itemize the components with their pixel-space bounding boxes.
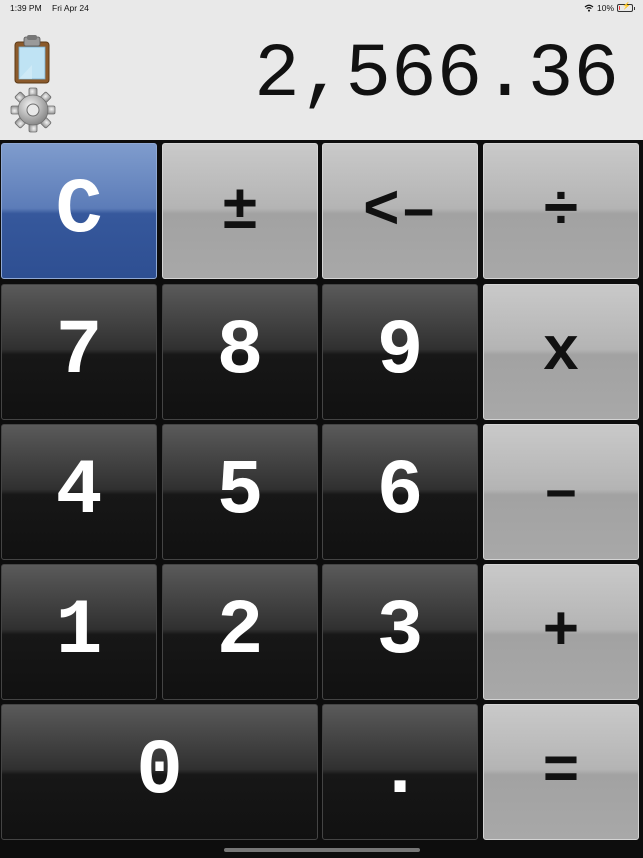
- digit-7-button[interactable]: 7: [1, 284, 157, 420]
- wifi-icon: [584, 4, 594, 12]
- equals-button[interactable]: =: [483, 704, 639, 840]
- battery-icon: ⚡: [617, 3, 635, 12]
- keypad: C ± <– ÷ 7 8 9 x 4 5 6 – 1 2 3 + 0 . =: [0, 140, 643, 858]
- digit-1-label: 1: [55, 588, 103, 676]
- decimal-button[interactable]: .: [322, 704, 478, 840]
- digit-6-label: 6: [376, 448, 424, 536]
- digit-9-label: 9: [376, 308, 424, 396]
- result-display: 2,566.36: [254, 32, 619, 118]
- status-date: Fri Apr 24: [52, 3, 89, 13]
- clear-button[interactable]: C: [1, 143, 157, 279]
- status-left: 1:39 PM Fri Apr 24: [10, 3, 89, 13]
- multiply-button[interactable]: x: [483, 284, 639, 420]
- digit-0-button[interactable]: 0: [1, 704, 318, 840]
- digit-9-button[interactable]: 9: [322, 284, 478, 420]
- digit-8-label: 8: [216, 308, 264, 396]
- clipboard-icon: [14, 35, 50, 84]
- divide-button[interactable]: ÷: [483, 143, 639, 279]
- minus-label: –: [542, 456, 580, 528]
- multiply-label: x: [542, 316, 580, 388]
- settings-button[interactable]: [8, 86, 58, 134]
- digit-5-label: 5: [216, 448, 264, 536]
- gear-icon: [10, 87, 56, 133]
- digit-2-button[interactable]: 2: [162, 564, 318, 700]
- digit-1-button[interactable]: 1: [1, 564, 157, 700]
- digit-4-button[interactable]: 4: [1, 424, 157, 560]
- battery-percent: 10%: [596, 3, 614, 13]
- clipboard-button[interactable]: [12, 35, 52, 85]
- plus-minus-button[interactable]: ±: [162, 143, 318, 279]
- digit-0-label: 0: [136, 728, 183, 816]
- status-right: 10% ⚡: [584, 3, 635, 13]
- equals-label: =: [542, 736, 580, 808]
- digit-5-button[interactable]: 5: [162, 424, 318, 560]
- clear-label: C: [55, 167, 103, 255]
- digit-4-label: 4: [55, 448, 103, 536]
- digit-3-button[interactable]: 3: [322, 564, 478, 700]
- divide-label: ÷: [542, 175, 580, 247]
- plus-minus-label: ±: [221, 175, 259, 247]
- home-indicator[interactable]: [224, 848, 420, 852]
- digit-2-label: 2: [216, 588, 264, 676]
- digit-7-label: 7: [55, 308, 103, 396]
- charging-icon: ⚡: [622, 3, 631, 10]
- plus-label: +: [542, 596, 580, 668]
- digit-8-button[interactable]: 8: [162, 284, 318, 420]
- status-time: 1:39 PM: [10, 3, 42, 13]
- digit-6-button[interactable]: 6: [322, 424, 478, 560]
- backspace-button[interactable]: <–: [322, 143, 478, 279]
- plus-button[interactable]: +: [483, 564, 639, 700]
- minus-button[interactable]: –: [483, 424, 639, 560]
- digit-3-label: 3: [376, 588, 424, 676]
- status-bar: 1:39 PM Fri Apr 24 10% ⚡: [0, 0, 643, 16]
- backspace-label: <–: [362, 175, 438, 247]
- decimal-label: .: [376, 728, 424, 816]
